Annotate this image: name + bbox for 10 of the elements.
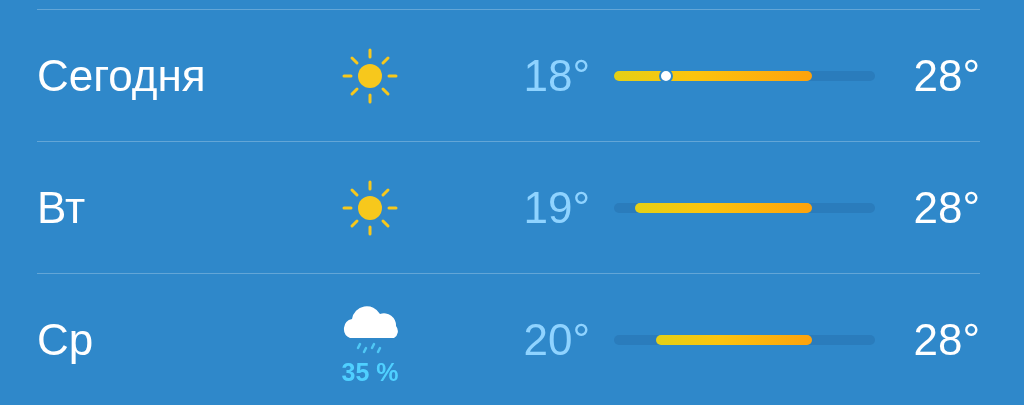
day-label: Сегодня bbox=[37, 50, 207, 101]
day-label: Вт bbox=[37, 182, 87, 233]
low-temperature: 18° bbox=[522, 50, 590, 101]
low-temperature: 20° bbox=[522, 314, 590, 365]
high-temperature: 28° bbox=[912, 314, 980, 365]
high-temperature: 28° bbox=[912, 182, 980, 233]
low-temperature: 19° bbox=[522, 182, 590, 233]
precipitation-chance: 35 % bbox=[341, 358, 399, 387]
day-label: Ср bbox=[37, 314, 95, 365]
high-temperature: 28° bbox=[912, 50, 980, 101]
